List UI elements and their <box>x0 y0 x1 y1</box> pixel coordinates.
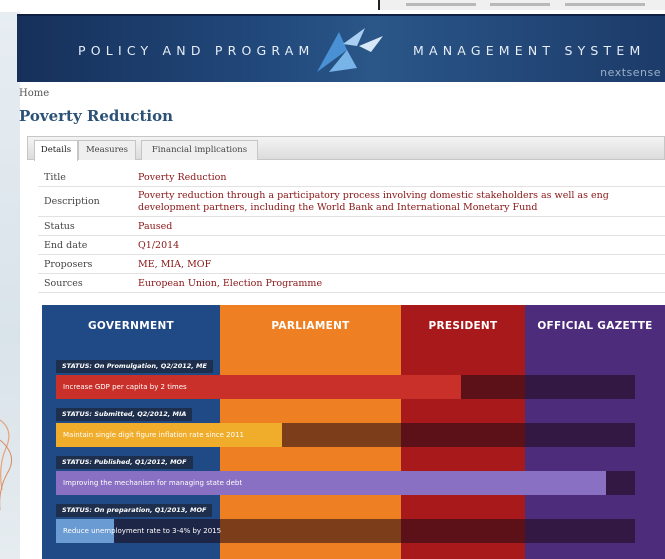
measure-stage[interactable]: STATUS: On preparation, Q1/2013, MOF Red… <box>56 504 665 549</box>
detail-row-title: Title Poverty Reduction <box>38 168 665 187</box>
measure-status: STATUS: Published, Q1/2012, MOF <box>56 456 193 469</box>
header-banner: POLICY AND PROGRAM MANAGEMENT SYSTEM nex… <box>17 14 665 82</box>
tab-financial-implications[interactable]: Financial implications <box>141 140 258 160</box>
measure-label: Maintain single digit figure inflation r… <box>63 431 244 439</box>
detail-label: End date <box>44 240 88 251</box>
detail-row-description: Description Poverty reduction through a … <box>38 187 665 217</box>
detail-label: Sources <box>44 278 83 289</box>
tab-measures[interactable]: Measures <box>78 140 136 160</box>
tab-bar: Details Measures Financial implications <box>27 136 665 161</box>
measure-stage[interactable]: STATUS: On Promulgation, Q2/2012, ME Inc… <box>56 360 665 405</box>
page-title: Poverty Reduction <box>19 107 173 125</box>
detail-value: Q1/2014 <box>138 240 180 251</box>
measure-progress-track: Maintain single digit figure inflation r… <box>56 423 635 447</box>
brand-logo: nextsense <box>600 66 661 79</box>
measure-status: STATUS: On preparation, Q1/2013, MOF <box>56 504 213 517</box>
decorative-swirl <box>0 419 13 510</box>
detail-row-status: Status Paused <box>38 217 665 236</box>
logo-icon <box>317 28 383 72</box>
detail-value: Poverty Reduction <box>138 172 227 183</box>
measure-stage[interactable]: STATUS: Published, Q1/2012, MOF Improvin… <box>56 456 665 501</box>
details-table: Title Poverty Reduction Description Pove… <box>38 168 665 293</box>
measure-status: STATUS: On Promulgation, Q2/2012, ME <box>56 360 213 373</box>
measure-label: Increase GDP per capita by 2 times <box>63 383 187 391</box>
column-header: PARLIAMENT <box>271 320 350 332</box>
detail-label: Proposers <box>44 259 93 270</box>
detail-label: Status <box>44 221 75 232</box>
detail-value: Paused <box>138 221 173 232</box>
measure-progress-track: Improving the mechanism for managing sta… <box>56 471 635 495</box>
column-header: OFFICIAL GAZETTE <box>537 320 653 332</box>
breadcrumb-home[interactable]: Home <box>19 88 49 99</box>
detail-row-sources: Sources European Union, Election Program… <box>38 274 665 293</box>
column-header: GOVERNMENT <box>87 320 174 332</box>
banner-title-left: POLICY AND PROGRAM <box>78 43 315 58</box>
detail-row-end-date: End date Q1/2014 <box>38 236 665 255</box>
detail-value: ME, MIA, MOF <box>138 259 212 270</box>
measure-label: Improving the mechanism for managing sta… <box>63 479 243 487</box>
detail-value: European Union, Election Programme <box>138 278 323 289</box>
detail-row-proposers: Proposers ME, MIA, MOF <box>38 255 665 274</box>
measure-progress-track: Reduce unemployment rate to 3-4% by 2015 <box>56 519 635 543</box>
measures-board: GOVERNMENT PARLIAMENT PRESIDENT OFFICIAL… <box>42 305 665 559</box>
measure-label: Reduce unemployment rate to 3-4% by 2015 <box>63 527 222 535</box>
measure-stage[interactable]: STATUS: Submitted, Q2/2012, MIA Maintain… <box>56 408 665 453</box>
detail-label: Description <box>44 196 100 207</box>
measure-status: STATUS: Submitted, Q2/2012, MIA <box>56 408 193 421</box>
measure-progress-track: Increase GDP per capita by 2 times <box>56 375 635 399</box>
column-header: PRESIDENT <box>428 320 498 332</box>
browser-top-strip <box>0 0 665 12</box>
banner-title-right: MANAGEMENT SYSTEM <box>413 43 646 58</box>
detail-value: Poverty reduction through a participator… <box>138 190 609 213</box>
tab-details[interactable]: Details <box>34 140 78 161</box>
detail-label: Title <box>44 172 66 183</box>
top-overlay-window <box>378 0 665 10</box>
